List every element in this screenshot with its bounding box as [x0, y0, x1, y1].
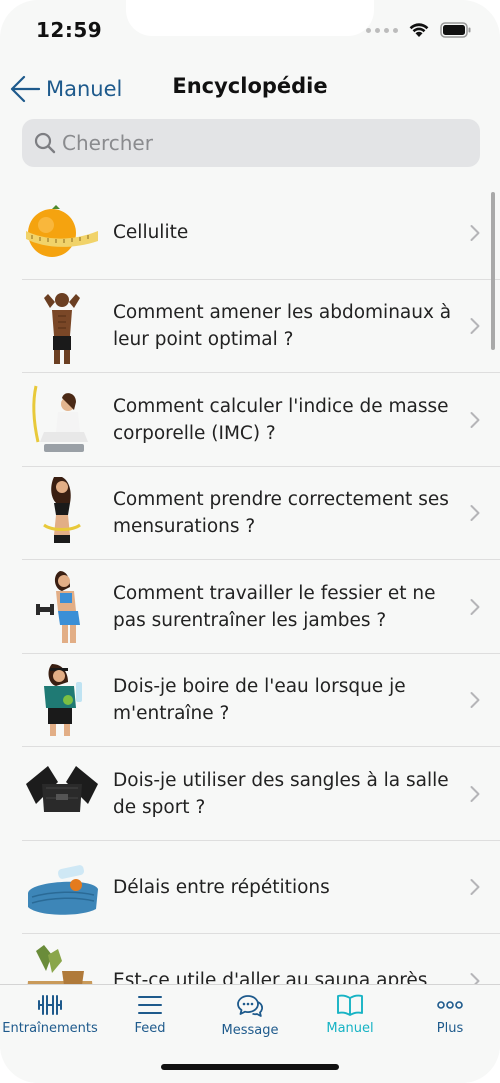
tab-plus[interactable]: Plus — [400, 989, 500, 1045]
towel-and-water-image — [28, 865, 98, 916]
search-icon — [34, 132, 56, 154]
app-screen: 12:59 Manuel Encyclopédie Chercher Cellu… — [0, 0, 500, 1083]
chevron-right-icon — [470, 785, 480, 802]
chat-bubbles-icon — [237, 995, 263, 1017]
muscular-man-image — [44, 293, 80, 365]
chevron-right-icon — [470, 972, 480, 984]
signal-icon — [366, 27, 398, 33]
chevron-right-icon — [470, 411, 480, 428]
wifi-icon — [409, 23, 429, 37]
orange-measuring-tape-image — [26, 204, 98, 257]
woman-measuring-waist-image — [43, 477, 81, 544]
home-indicator[interactable] — [161, 1064, 339, 1070]
list-item[interactable]: Dois-je boire de l'eau lorsque je m'entr… — [0, 654, 500, 748]
dumbbell-icon — [38, 995, 62, 1015]
scrollbar[interactable] — [491, 192, 495, 350]
list-item-label: Comment prendre correctement ses mensura… — [113, 489, 449, 538]
tab-message[interactable]: Message — [200, 989, 300, 1045]
list-item[interactable]: Est-ce utile d'aller au sauna après — [0, 934, 500, 984]
list-item[interactable]: Délais entre répétitions — [0, 841, 500, 935]
chevron-right-icon — [470, 879, 480, 896]
tab-label: Entraînements — [2, 1021, 98, 1036]
search-input[interactable] — [62, 131, 462, 155]
chevron-right-icon — [470, 598, 480, 615]
woman-with-dumbbell-image — [36, 570, 80, 643]
list-item-label: Comment amener les abdominaux à leur poi… — [113, 302, 452, 351]
encyclopedia-list: Cellulite Comment amener les abdominaux … — [0, 186, 500, 984]
tab-entrainements[interactable]: Entraînements — [0, 989, 100, 1045]
chevron-right-icon — [470, 224, 480, 241]
list-item[interactable]: Cellulite — [0, 186, 500, 280]
tab-label: Plus — [436, 1021, 464, 1036]
woman-drinking-water-image — [44, 664, 82, 737]
list-item-label: Comment travailler le fessier et ne pas … — [113, 582, 436, 631]
list-item[interactable]: Comment travailler le fessier et ne pas … — [0, 560, 500, 654]
status-icons — [366, 22, 472, 38]
open-book-icon — [337, 994, 363, 1016]
navigation-bar: Manuel Encyclopédie — [0, 62, 500, 114]
list-item-label: Comment calculer l'indice de masse corpo… — [113, 395, 449, 444]
battery-icon — [440, 22, 471, 38]
woman-on-scale-image — [32, 385, 88, 452]
tab-label: Message — [221, 1023, 279, 1038]
list-item-label: Délais entre répétitions — [113, 876, 330, 898]
tab-manuel[interactable]: Manuel — [300, 989, 400, 1045]
list-item-label: Cellulite — [113, 222, 189, 244]
list-item-label: Dois-je boire de l'eau lorsque je m'entr… — [113, 676, 406, 725]
chevron-right-icon — [470, 505, 480, 522]
tab-label: Feed — [134, 1021, 166, 1036]
page-title: Encyclopédie — [172, 74, 328, 98]
status-time: 12:59 — [36, 18, 103, 42]
chevron-right-icon — [470, 692, 480, 709]
more-dots-icon — [437, 1001, 463, 1009]
device-notch — [126, 0, 374, 36]
list-item[interactable]: Dois-je utiliser des sangles à la salle … — [0, 747, 500, 841]
feed-lines-icon — [138, 996, 162, 1014]
list-item-label: Dois-je utiliser des sangles à la salle … — [113, 769, 449, 818]
search-bar[interactable] — [22, 119, 480, 167]
list-item[interactable]: Comment prendre correctement ses mensura… — [0, 467, 500, 561]
list-item-label: Est-ce utile d'aller au sauna après — [113, 970, 428, 984]
tab-feed[interactable]: Feed — [100, 989, 200, 1045]
sauna-herbs-image — [27, 944, 93, 984]
list-item[interactable]: Comment amener les abdominaux à leur poi… — [0, 280, 500, 374]
lifting-straps-image — [26, 765, 98, 812]
tab-label: Manuel — [326, 1021, 374, 1036]
chevron-right-icon — [470, 318, 480, 335]
list-item[interactable]: Comment calculer l'indice de masse corpo… — [0, 373, 500, 467]
status-bar: 12:59 — [0, 0, 500, 62]
